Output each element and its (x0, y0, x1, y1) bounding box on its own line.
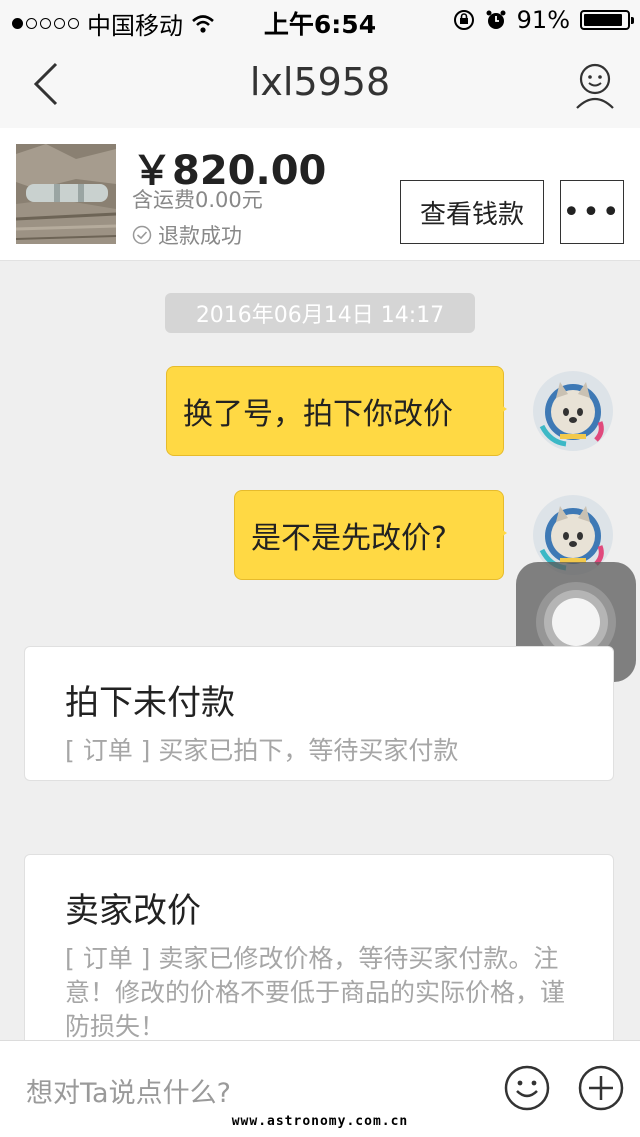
order-card-body: [ 订单 ] 买家已拍下，等待买家付款 (65, 736, 459, 765)
battery-icon (580, 10, 634, 30)
order-card-body: [ 订单 ] 卖家已修改价格，等待买家付款。注意！修改的价格不要低于商品的实际价… (65, 944, 566, 1041)
refund-status: 退款成功 (132, 220, 242, 250)
emoji-icon[interactable] (504, 1065, 550, 1111)
view-payment-button[interactable]: 查看钱款 (400, 180, 544, 244)
nav-bar: lxl5958 (0, 40, 640, 128)
message-timestamp: 2016年06月14日 14:17 (165, 293, 475, 333)
status-bar: 中国移动 上午6:54 91% (0, 0, 640, 40)
product-summary: ￥820.00 含运费0.00元 退款成功 查看钱款 ••• (0, 128, 640, 261)
chat-bubble[interactable]: 换了号，拍下你改价 (166, 366, 507, 456)
page-title: lxl5958 (249, 60, 391, 104)
battery-percent: 91% (516, 6, 570, 34)
order-card[interactable]: 拍下未付款 [ 订单 ] 买家已拍下，等待买家付款 (24, 646, 614, 781)
check-circle-icon (132, 225, 152, 245)
alarm-icon (486, 10, 506, 29)
refund-status-label: 退款成功 (158, 224, 242, 248)
watermark: www.astronomy.com.cn (231, 1114, 409, 1129)
order-card-title: 拍下未付款 (65, 683, 235, 723)
chat-bubble[interactable]: 是不是先改价? (234, 490, 507, 580)
order-card-title: 卖家改价 (65, 891, 201, 931)
product-thumbnail[interactable] (16, 144, 116, 244)
order-card[interactable]: 卖家改价 [ 订单 ] 卖家已修改价格，等待买家付款。注意！修改的价格不要低于商… (24, 854, 614, 1054)
profile-icon[interactable] (574, 62, 616, 110)
rotation-lock-icon (453, 10, 474, 30)
avatar[interactable] (530, 368, 616, 454)
more-options-button[interactable]: ••• (560, 180, 624, 244)
add-icon[interactable] (578, 1065, 624, 1111)
message-input[interactable]: 想对Ta说点什么? (26, 1071, 231, 1110)
shipping-fee: 含运费0.00元 (132, 188, 263, 212)
